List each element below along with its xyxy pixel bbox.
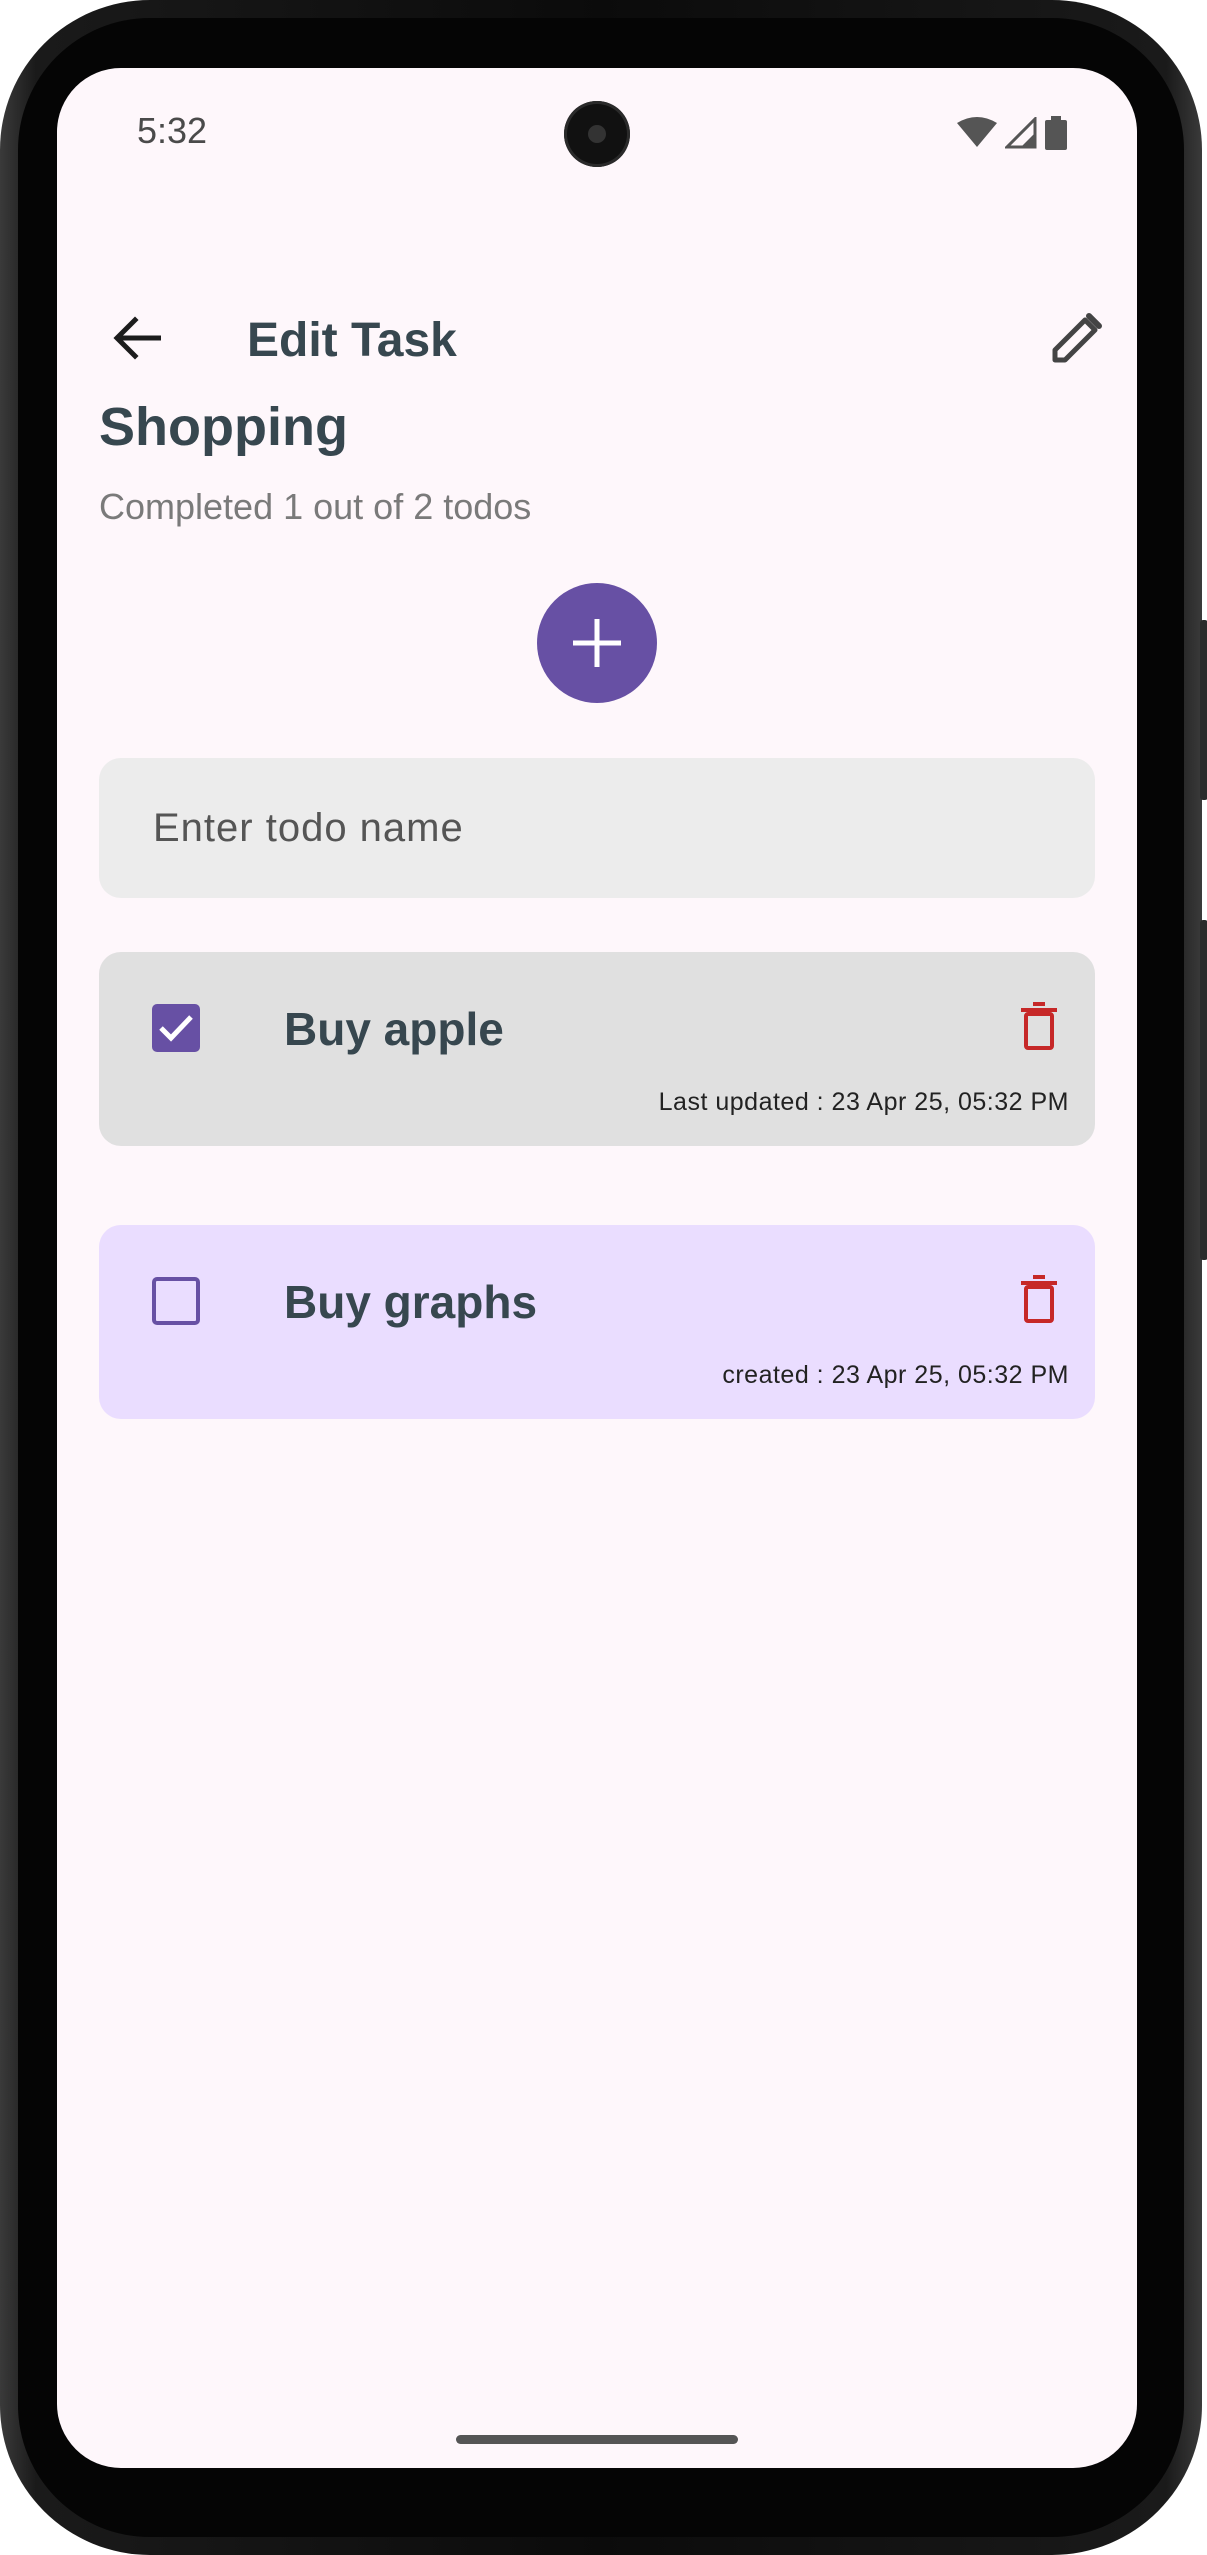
volume-button [1200,620,1207,800]
wifi-icon [957,117,997,147]
plus-icon [573,619,621,667]
pencil-icon [1052,313,1102,363]
todo-item: Buy apple Last updated : 23 Apr 25, 05:3… [99,952,1095,1146]
power-button [1200,920,1207,1260]
status-icons [957,116,1067,150]
todo-name: Buy apple [284,1003,504,1055]
task-progress-summary: Completed 1 out of 2 todos [99,486,532,527]
todo-name: Buy graphs [284,1276,538,1328]
delete-todo-button[interactable] [1007,1267,1071,1331]
home-indicator[interactable] [456,2435,738,2444]
back-button[interactable] [97,298,177,378]
todo-item: Buy graphs created : 23 Apr 25, 05:32 PM [99,1225,1095,1419]
todo-name-input[interactable] [99,758,1095,898]
cellular-signal-icon [1005,117,1037,149]
page-title: Edit Task [247,314,457,367]
trash-icon [1021,1002,1057,1050]
app-bar: Edit Task [57,268,1137,408]
add-todo-button[interactable] [537,583,657,703]
edit-task-button[interactable] [1037,298,1117,378]
checkmark-icon [159,1015,193,1042]
todo-timestamp: created : 23 Apr 25, 05:32 PM [722,1361,1069,1389]
arrow-back-icon [113,316,161,360]
todo-checkbox[interactable] [152,1004,200,1052]
delete-todo-button[interactable] [1007,994,1071,1058]
phone-frame: 5:32 Edit Task Shopping Completed 1 out … [0,0,1207,2555]
front-camera [564,101,630,167]
status-time: 5:32 [137,110,208,151]
trash-icon [1021,1275,1057,1323]
task-title: Shopping [99,397,348,457]
app-screen: 5:32 Edit Task Shopping Completed 1 out … [57,68,1137,2468]
battery-icon [1045,116,1067,150]
todo-timestamp: Last updated : 23 Apr 25, 05:32 PM [658,1088,1069,1116]
todo-checkbox[interactable] [152,1277,200,1325]
status-bar: 5:32 [57,68,1137,198]
